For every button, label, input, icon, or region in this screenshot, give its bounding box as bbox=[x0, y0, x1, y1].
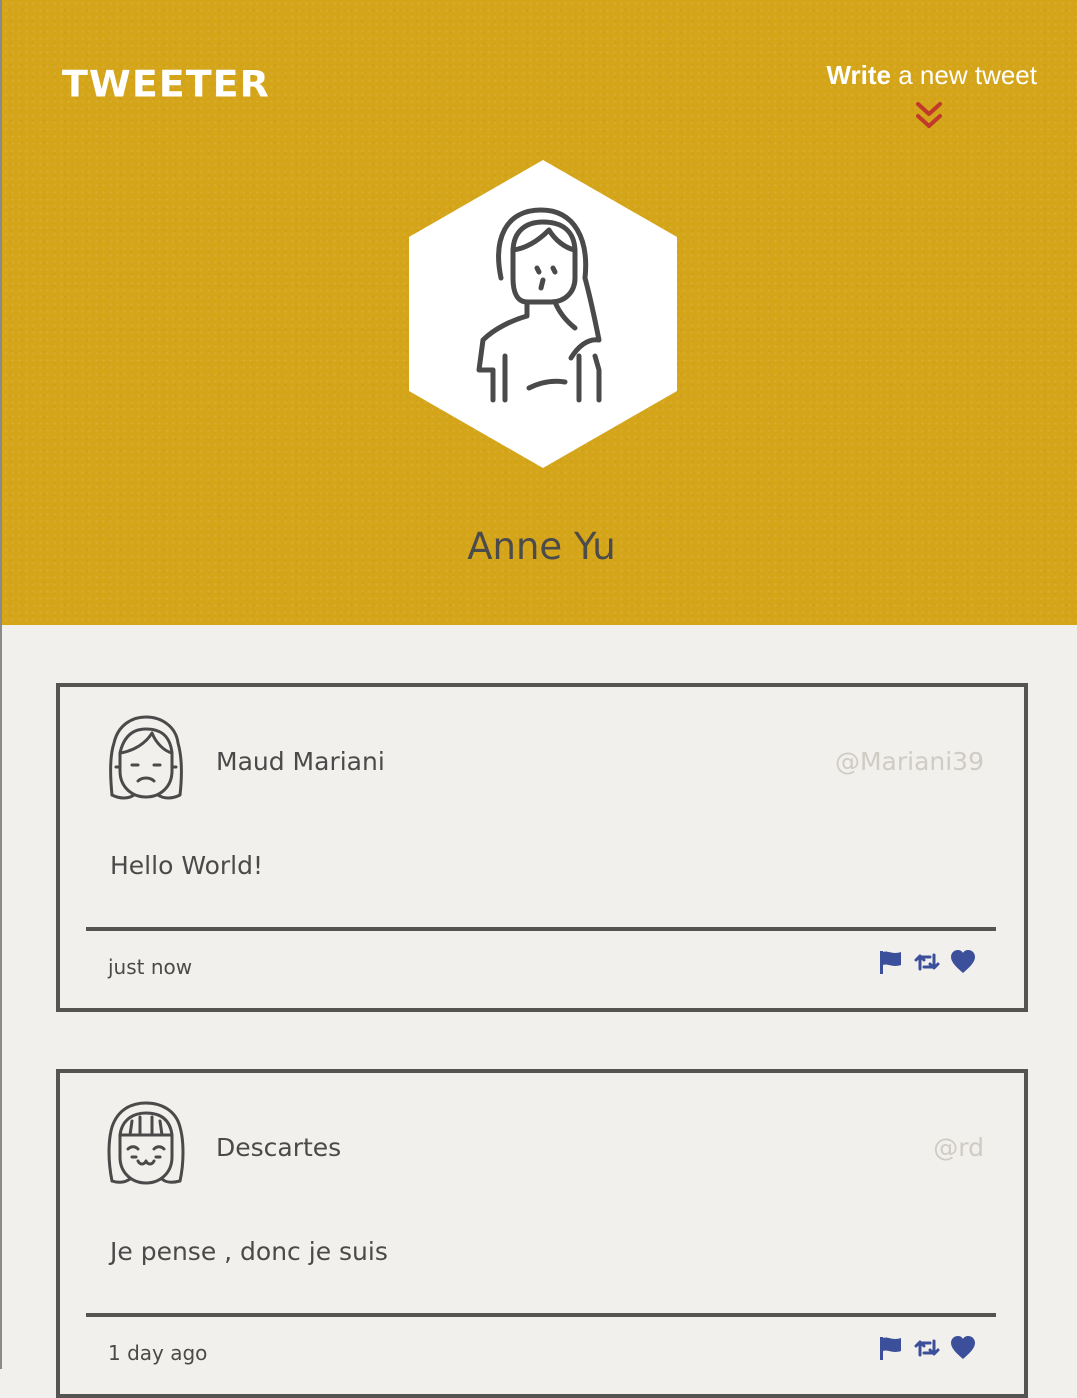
retweet-icon[interactable] bbox=[914, 1335, 940, 1361]
flag-icon[interactable] bbox=[878, 949, 904, 975]
tweet-content: Hello World! bbox=[110, 851, 263, 880]
retweet-icon[interactable] bbox=[914, 949, 940, 975]
compose-label-bold: Write bbox=[826, 60, 892, 90]
tweet-author-name: Maud Mariani bbox=[216, 747, 385, 776]
tweet-card: Maud Mariani @Mariani39 Hello World! jus… bbox=[56, 683, 1028, 1012]
app-logo[interactable]: TWEETER bbox=[62, 63, 270, 105]
tweet-timestamp: just now bbox=[108, 955, 193, 979]
compose-label-rest: a new tweet bbox=[891, 60, 1037, 90]
frowning-girl-avatar-icon bbox=[109, 715, 183, 800]
flag-icon[interactable] bbox=[878, 1335, 904, 1361]
profile-avatar bbox=[409, 160, 677, 468]
heart-icon[interactable] bbox=[950, 1335, 976, 1361]
tweet-author-handle: @rd bbox=[933, 1133, 984, 1162]
profile-name: Anne Yu bbox=[467, 525, 616, 568]
tweet-card: Descartes @rd Je pense , donc je suis 1 … bbox=[56, 1069, 1028, 1398]
compose-tweet-button[interactable]: Write a new tweet bbox=[826, 60, 1037, 128]
tweet-divider bbox=[86, 1313, 996, 1317]
tweet-actions bbox=[878, 1335, 976, 1361]
tweet-divider bbox=[86, 927, 996, 931]
profile-header: TWEETER Write a new tweet Anne Yu bbox=[2, 0, 1077, 625]
heart-icon[interactable] bbox=[950, 949, 976, 975]
tweet-content: Je pense , donc je suis bbox=[110, 1237, 388, 1266]
smiling-bangs-avatar-icon bbox=[107, 1101, 185, 1185]
tweet-actions bbox=[878, 949, 976, 975]
tweet-author-name: Descartes bbox=[216, 1133, 342, 1162]
tweet-timestamp: 1 day ago bbox=[108, 1341, 208, 1365]
double-chevron-down-icon[interactable] bbox=[914, 98, 944, 132]
tweet-author-handle: @Mariani39 bbox=[834, 747, 984, 776]
